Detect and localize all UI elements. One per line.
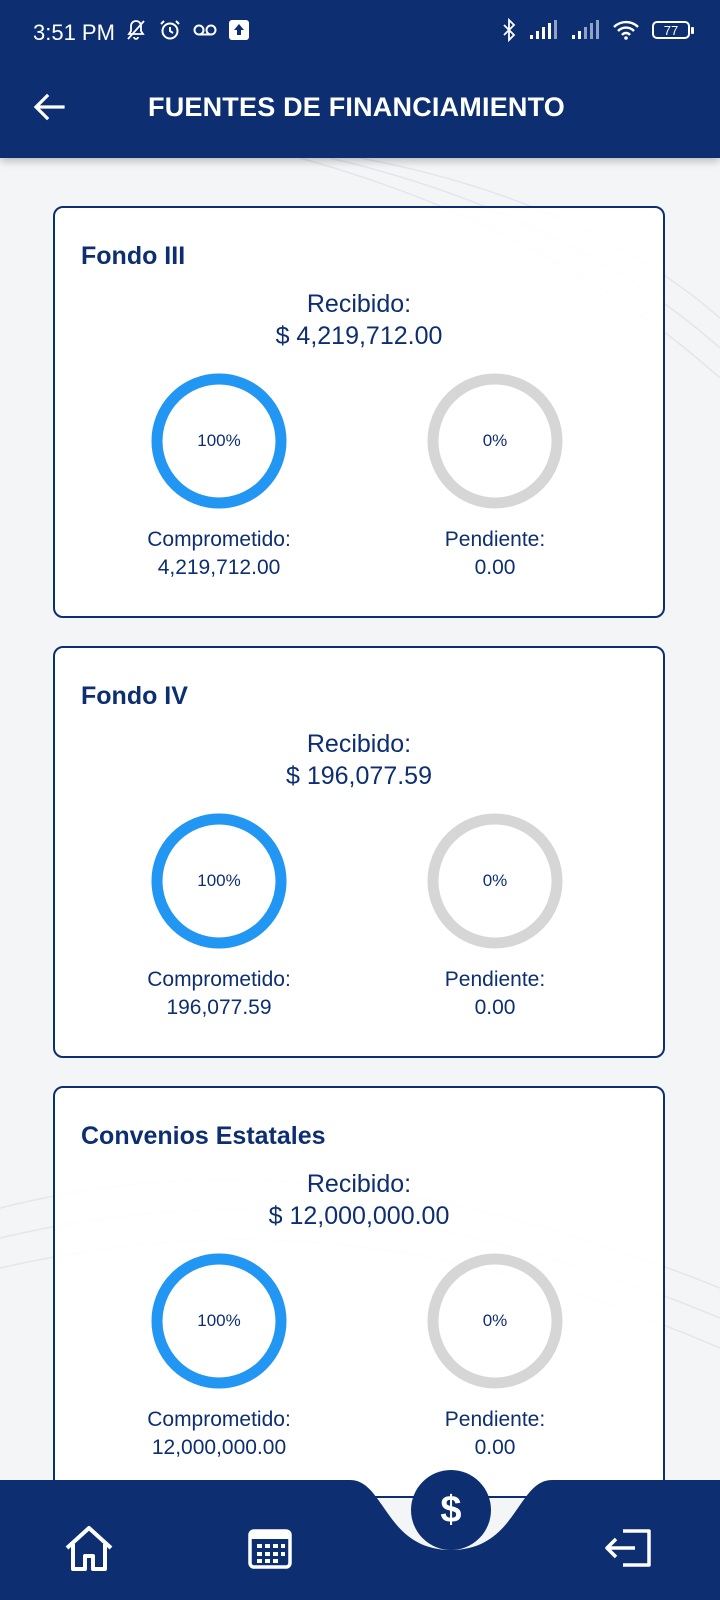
bottom-navigation: $ [0,1470,720,1600]
fund-name: Fondo IV [81,682,188,710]
committed-percent: 100% [197,1311,241,1330]
nav-calendar[interactable] [240,1520,300,1576]
pending-percent: 0% [482,431,508,450]
pending-progress-ring: 0% [424,370,566,512]
pending-progress-ring: 0% [424,810,566,952]
received-label: Recibido: [306,290,412,318]
pending-label: Pendiente: [444,1408,546,1431]
committed-percent: 100% [197,871,241,890]
finance-fab-button[interactable]: $ [411,1470,491,1550]
signal-icon-2 [572,20,599,39]
received-label: Recibido: [306,730,412,758]
notifications-muted-icon [127,20,145,40]
arrow-left-icon [33,93,65,121]
dollar-icon: $ [440,1488,462,1531]
committed-value: 4,219,712.00 [157,556,281,579]
pending-value: 0.00 [474,1436,516,1459]
pending-label: Pendiente: [444,968,546,991]
received-value: $ 4,219,712.00 [275,322,443,350]
calendar-icon [248,1529,292,1569]
bluetooth-icon [503,18,516,42]
logout-icon [605,1529,651,1567]
pending-stat: Pendiente: 0.00 [375,966,615,1022]
committed-progress-ring: 100% [148,370,290,512]
page-title: FUENTES DE FINANCIAMIENTO [148,92,566,122]
pending-stat: Pendiente: 0.00 [375,1406,615,1462]
pending-value: 0.00 [474,996,516,1019]
signal-icon [530,20,557,39]
fund-card: Convenios Estatales Recibido: $ 12,000,0… [53,1086,665,1498]
nav-logout[interactable] [598,1520,658,1576]
committed-label: Comprometido: [147,1408,291,1431]
pending-progress-ring: 0% [424,1250,566,1392]
committed-label: Comprometido: [147,968,291,991]
wifi-icon [613,20,639,40]
status-bar: 3:51 PM 77 [0,0,720,66]
committed-value: 12,000,000.00 [151,1436,287,1459]
upload-icon [229,20,249,40]
fund-card: Fondo IV Recibido: $ 196,077.59 100% 0% … [53,646,665,1058]
alarm-icon [160,20,180,40]
received-value: $ 196,077.59 [286,762,432,790]
received-label: Recibido: [306,1170,412,1198]
fund-name: Convenios Estatales [81,1122,326,1150]
committed-percent: 100% [197,431,241,450]
battery-indicator: 77 [652,21,694,39]
pending-label: Pendiente: [444,528,546,551]
home-icon [65,1526,113,1571]
committed-progress-ring: 100% [148,1250,290,1392]
fund-card: Fondo III Recibido: $ 4,219,712.00 100% … [53,206,665,618]
pending-percent: 0% [482,871,508,890]
committed-label: Comprometido: [147,528,291,551]
pending-value: 0.00 [474,556,516,579]
status-time: 3:51 PM [33,20,115,45]
received-value: $ 12,000,000.00 [268,1202,450,1230]
back-button[interactable] [26,84,72,130]
pending-percent: 0% [482,1311,508,1330]
voicemail-icon [193,24,217,36]
top-app-bar: 3:51 PM 77 FUENTES DE FINANCIAMIENTO [0,0,720,158]
committed-stat: Comprometido: 12,000,000.00 [99,1406,339,1462]
app-bar: FUENTES DE FINANCIAMIENTO [0,66,720,158]
battery-level: 77 [663,22,679,38]
pending-stat: Pendiente: 0.00 [375,526,615,582]
nav-home[interactable] [59,1520,119,1576]
committed-progress-ring: 100% [148,810,290,952]
committed-value: 196,077.59 [166,996,272,1019]
committed-stat: Comprometido: 4,219,712.00 [99,526,339,582]
fund-name: Fondo III [81,242,186,270]
committed-stat: Comprometido: 196,077.59 [99,966,339,1022]
